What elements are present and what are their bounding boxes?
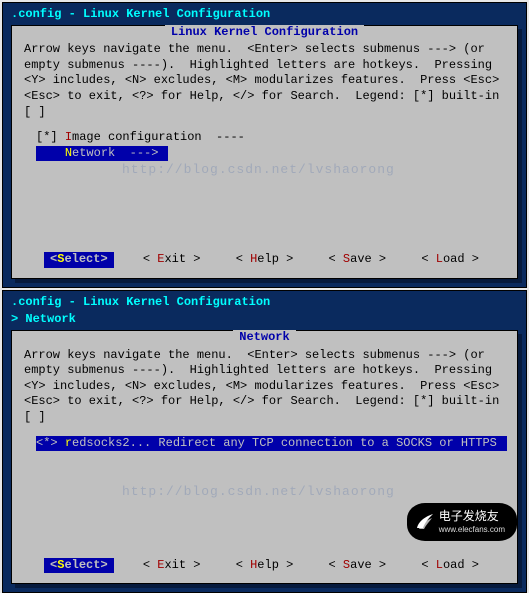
select-button[interactable]: <Select> [44,252,114,268]
load-button[interactable]: < Load > [415,558,485,574]
logo-subtext: www.elecfans.com [439,525,505,535]
help-text: Arrow keys navigate the menu. <Enter> se… [22,40,507,126]
menu-item-image-config[interactable]: [*] Image configuration ---- [36,130,505,146]
save-button[interactable]: < Save > [323,252,393,268]
window-title: .config - Linux Kernel Configuration [7,5,522,25]
button-bar: <Select> < Exit > < Help > < Save > < Lo… [22,552,507,576]
dialog-title: Linux Kernel Configuration [165,25,364,41]
exit-button[interactable]: < Exit > [137,252,207,268]
button-bar: <Select> < Exit > < Help > < Save > < Lo… [22,246,507,270]
logo-text: 电子发烧友 [439,509,499,523]
menu-list[interactable]: [*] Image configuration ---- Network ---… [22,126,507,246]
elecfans-logo: 电子发烧友 www.elecfans.com [407,503,517,541]
save-button[interactable]: < Save > [323,558,393,574]
menuconfig-dialog: Linux Kernel Configuration Arrow keys na… [11,25,518,279]
kconfig-window-network: .config - Linux Kernel Configuration > N… [2,290,527,593]
window-title: .config - Linux Kernel Configuration [7,293,522,313]
menuconfig-dialog: Network Arrow keys navigate the menu. <E… [11,330,518,584]
exit-button[interactable]: < Exit > [137,558,207,574]
breadcrumb: > Network [7,312,522,330]
watermark-text: http://blog.csdn.net/lvshaorong [122,484,395,501]
kconfig-window-main: .config - Linux Kernel Configuration Lin… [2,2,527,288]
help-button[interactable]: < Help > [230,558,300,574]
help-button[interactable]: < Help > [230,252,300,268]
load-button[interactable]: < Load > [415,252,485,268]
dialog-title: Network [233,330,295,346]
watermark-text: http://blog.csdn.net/lvshaorong [122,162,395,179]
wing-icon [415,512,435,532]
menu-item-network[interactable]: Network ---> [36,146,168,162]
menu-item-redsocks2[interactable]: <*> redsocks2... Redirect any TCP connec… [36,436,507,452]
select-button[interactable]: <Select> [44,558,114,574]
help-text: Arrow keys navigate the menu. <Enter> se… [22,346,507,432]
